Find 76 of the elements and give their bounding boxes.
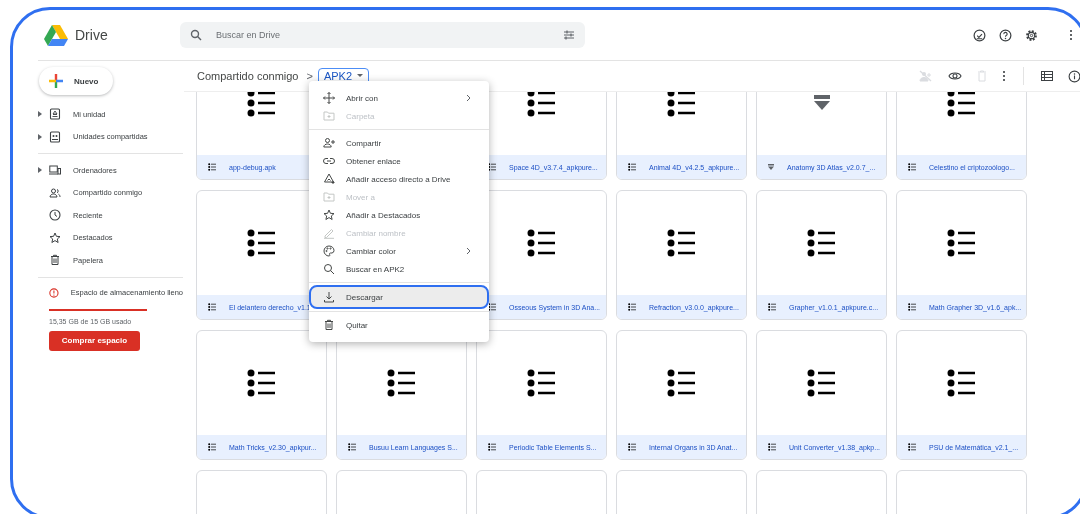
list-file-icon [386, 368, 417, 398]
list-type-icon [208, 443, 216, 451]
drive-icon [49, 108, 61, 121]
filter-icon[interactable] [563, 29, 575, 41]
list-file-icon [666, 92, 697, 118]
list-type-icon [768, 303, 776, 311]
search-icon [323, 263, 335, 275]
info-icon[interactable] [1068, 69, 1080, 83]
folder-icon [323, 110, 335, 122]
breadcrumb-link[interactable]: Compartido conmigo [197, 70, 299, 82]
new-button[interactable]: Nuevo [39, 67, 114, 95]
list-file-icon [946, 228, 977, 258]
caret-icon [357, 74, 364, 78]
offline-check-icon[interactable] [973, 28, 986, 42]
list-file-icon [806, 368, 837, 398]
menu-item[interactable]: Descargar [311, 287, 487, 307]
list-type-icon [348, 443, 356, 451]
list-type-icon [768, 443, 776, 451]
list-file-icon [246, 92, 277, 118]
list-file-icon [526, 228, 557, 258]
plus-icon [48, 73, 64, 89]
help-icon[interactable] [999, 28, 1012, 42]
download-arrow-icon [812, 95, 831, 111]
buy-storage-button[interactable]: Comprar espacio [49, 330, 140, 351]
move-icon [323, 92, 335, 104]
search-bar[interactable]: Buscar en Drive [180, 22, 585, 48]
search-field[interactable]: Buscar en Drive [214, 29, 551, 41]
list-type-icon [628, 443, 636, 451]
list-file-icon [526, 368, 557, 398]
download-type-icon [768, 164, 774, 170]
list-type-icon [628, 163, 636, 171]
computer-icon [49, 164, 61, 177]
list-file-icon [246, 228, 277, 258]
expand-arrow-icon[interactable] [38, 167, 42, 174]
drive-logo-icon [44, 24, 68, 46]
list-file-icon [806, 228, 837, 258]
people-icon [49, 186, 61, 199]
list-type-icon [488, 303, 496, 311]
shortcut-icon [323, 173, 335, 185]
search-icon [190, 29, 202, 41]
clock-icon [49, 209, 61, 222]
list-file-icon [946, 368, 977, 398]
shared-drives-icon [49, 130, 61, 143]
more-icon[interactable] [1069, 29, 1073, 41]
folder-icon [323, 191, 335, 203]
trash-icon [323, 319, 335, 331]
list-file-icon [526, 92, 557, 118]
list-file-icon [666, 228, 697, 258]
list-file-icon [666, 368, 697, 398]
list-type-icon [908, 163, 916, 171]
list-file-icon [246, 368, 277, 398]
link-icon [323, 155, 335, 167]
list-type-icon [208, 303, 216, 311]
palette-icon [323, 245, 335, 257]
alert-icon [49, 286, 59, 299]
settings-icon[interactable] [1025, 28, 1038, 42]
list-type-icon [908, 443, 916, 451]
list-type-icon [488, 443, 496, 451]
person-add-icon [323, 137, 335, 149]
list-type-icon [488, 163, 496, 171]
more-icon[interactable] [1002, 70, 1006, 82]
star-icon [49, 231, 61, 244]
trash-icon [49, 254, 61, 267]
list-file-icon [946, 92, 977, 118]
breadcrumb-separator: > [306, 70, 313, 82]
expand-arrow-icon[interactable] [38, 133, 42, 140]
list-view-icon[interactable] [1041, 71, 1053, 81]
eye-icon[interactable] [948, 71, 962, 81]
list-type-icon [628, 303, 636, 311]
pencil-icon [323, 227, 335, 239]
app-name: Drive [75, 27, 108, 43]
list-type-icon [908, 303, 916, 311]
star-icon [323, 209, 335, 221]
download-icon [323, 291, 335, 303]
expand-arrow-icon[interactable] [38, 111, 42, 118]
list-type-icon [208, 163, 216, 171]
